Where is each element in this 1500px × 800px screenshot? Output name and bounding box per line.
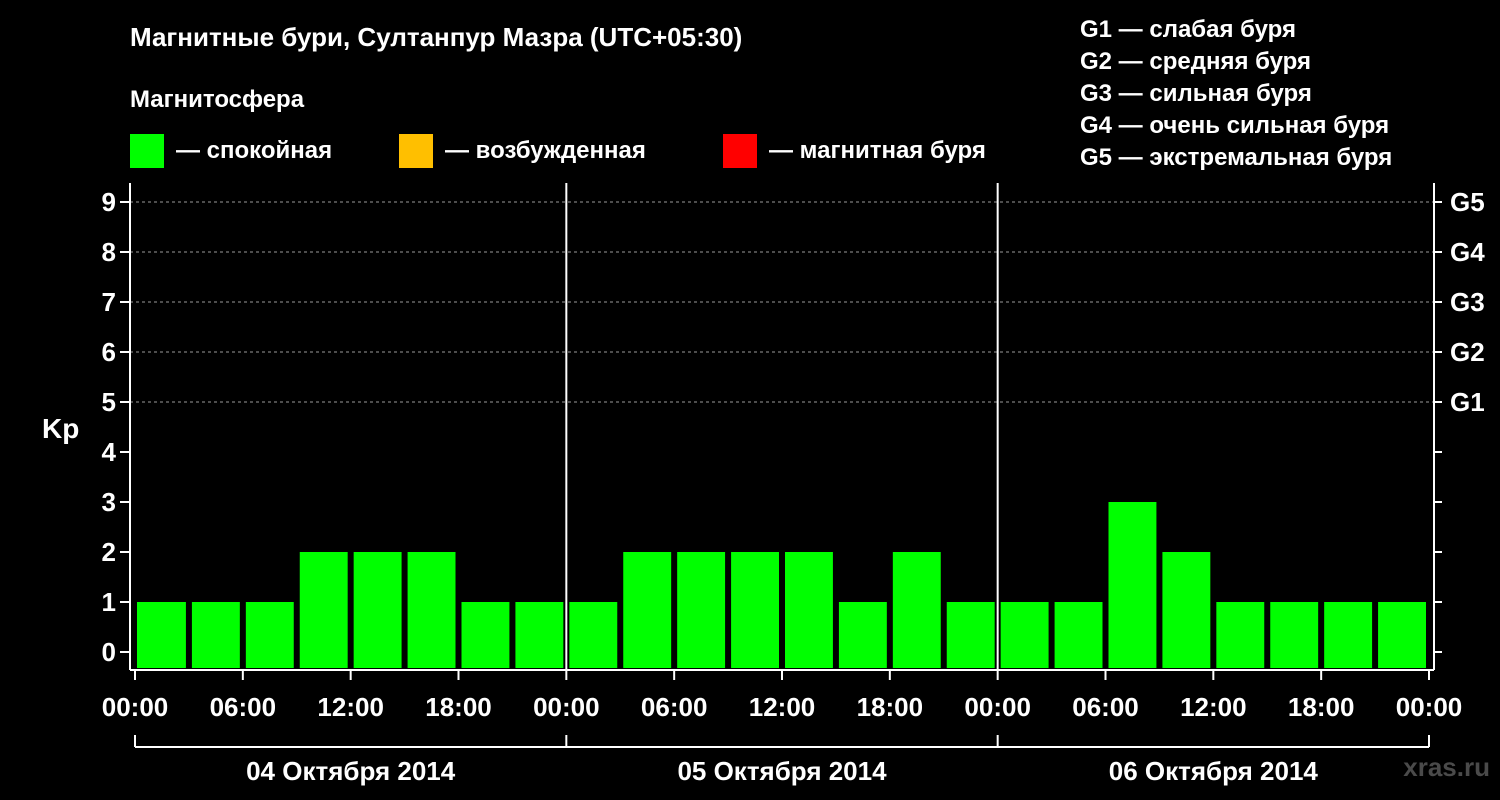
y-tick-label: 0 bbox=[102, 637, 116, 667]
kp-bar bbox=[569, 602, 618, 668]
x-tick-label: 00:00 bbox=[964, 692, 1031, 722]
y-tick-label: 8 bbox=[102, 237, 116, 267]
kp-bar bbox=[515, 602, 564, 668]
g-scale-label: G2 bbox=[1450, 337, 1485, 367]
y-axis-label: Kp bbox=[42, 413, 79, 444]
y-tick-label: 4 bbox=[102, 437, 117, 467]
kp-bar bbox=[407, 552, 456, 668]
g-scale-label: G1 bbox=[1450, 387, 1485, 417]
kp-chart: 0 1 2 3 4 5 6 7 8 9 G1 G2 G3 G4 G5 Kp 00:00 06:00 12:00 18:… bbox=[42, 183, 1485, 786]
kp-bar bbox=[1216, 602, 1265, 668]
x-tick-label: 06:00 bbox=[641, 692, 708, 722]
kp-bar bbox=[1378, 602, 1426, 668]
x-tick-label: 00:00 bbox=[1396, 692, 1463, 722]
y-tick-label: 9 bbox=[102, 187, 116, 217]
kp-bar bbox=[785, 552, 833, 668]
kp-bar bbox=[299, 552, 348, 668]
x-tick-label: 18:00 bbox=[425, 692, 492, 722]
kp-bar bbox=[1054, 602, 1103, 668]
kp-bar bbox=[677, 552, 726, 668]
kp-bar bbox=[1162, 552, 1211, 668]
kp-bar bbox=[1108, 502, 1157, 668]
x-tick-label: 12:00 bbox=[749, 692, 816, 722]
kp-bar bbox=[946, 602, 995, 668]
y-tick-label: 1 bbox=[102, 587, 116, 617]
kp-bar bbox=[245, 602, 294, 668]
kp-bar bbox=[838, 602, 887, 668]
kp-bar bbox=[353, 552, 402, 668]
day-label: 06 Октября 2014 bbox=[1109, 756, 1319, 786]
day-label: 04 Октября 2014 bbox=[246, 756, 456, 786]
y-tick-label: 6 bbox=[102, 337, 116, 367]
g-scale-label: G3 bbox=[1450, 287, 1485, 317]
g-scale-label: G5 bbox=[1450, 187, 1485, 217]
x-tick-label: 00:00 bbox=[102, 692, 169, 722]
x-tick-label: 00:00 bbox=[533, 692, 600, 722]
g-scale-label: G4 bbox=[1450, 237, 1485, 267]
y-tick-label: 5 bbox=[102, 387, 116, 417]
kp-bar bbox=[1000, 602, 1049, 668]
x-tick-label: 06:00 bbox=[1072, 692, 1139, 722]
x-tick-label: 12:00 bbox=[1180, 692, 1247, 722]
x-tick-label: 18:00 bbox=[857, 692, 924, 722]
kp-bar bbox=[137, 602, 186, 668]
kp-bar bbox=[731, 552, 779, 668]
day-label: 05 Октября 2014 bbox=[677, 756, 887, 786]
kp-bar bbox=[892, 552, 941, 668]
kp-bar bbox=[623, 552, 672, 668]
x-tick-label: 12:00 bbox=[317, 692, 384, 722]
kp-bar bbox=[1324, 602, 1373, 668]
kp-bar bbox=[191, 602, 240, 668]
x-tick-label: 18:00 bbox=[1288, 692, 1355, 722]
y-tick-label: 7 bbox=[102, 287, 116, 317]
kp-bar bbox=[1270, 602, 1319, 668]
watermark: xras.ru bbox=[1403, 752, 1490, 782]
y-tick-label: 2 bbox=[102, 537, 116, 567]
x-tick-label: 06:00 bbox=[210, 692, 277, 722]
y-tick-label: 3 bbox=[102, 487, 116, 517]
kp-bar bbox=[461, 602, 510, 668]
